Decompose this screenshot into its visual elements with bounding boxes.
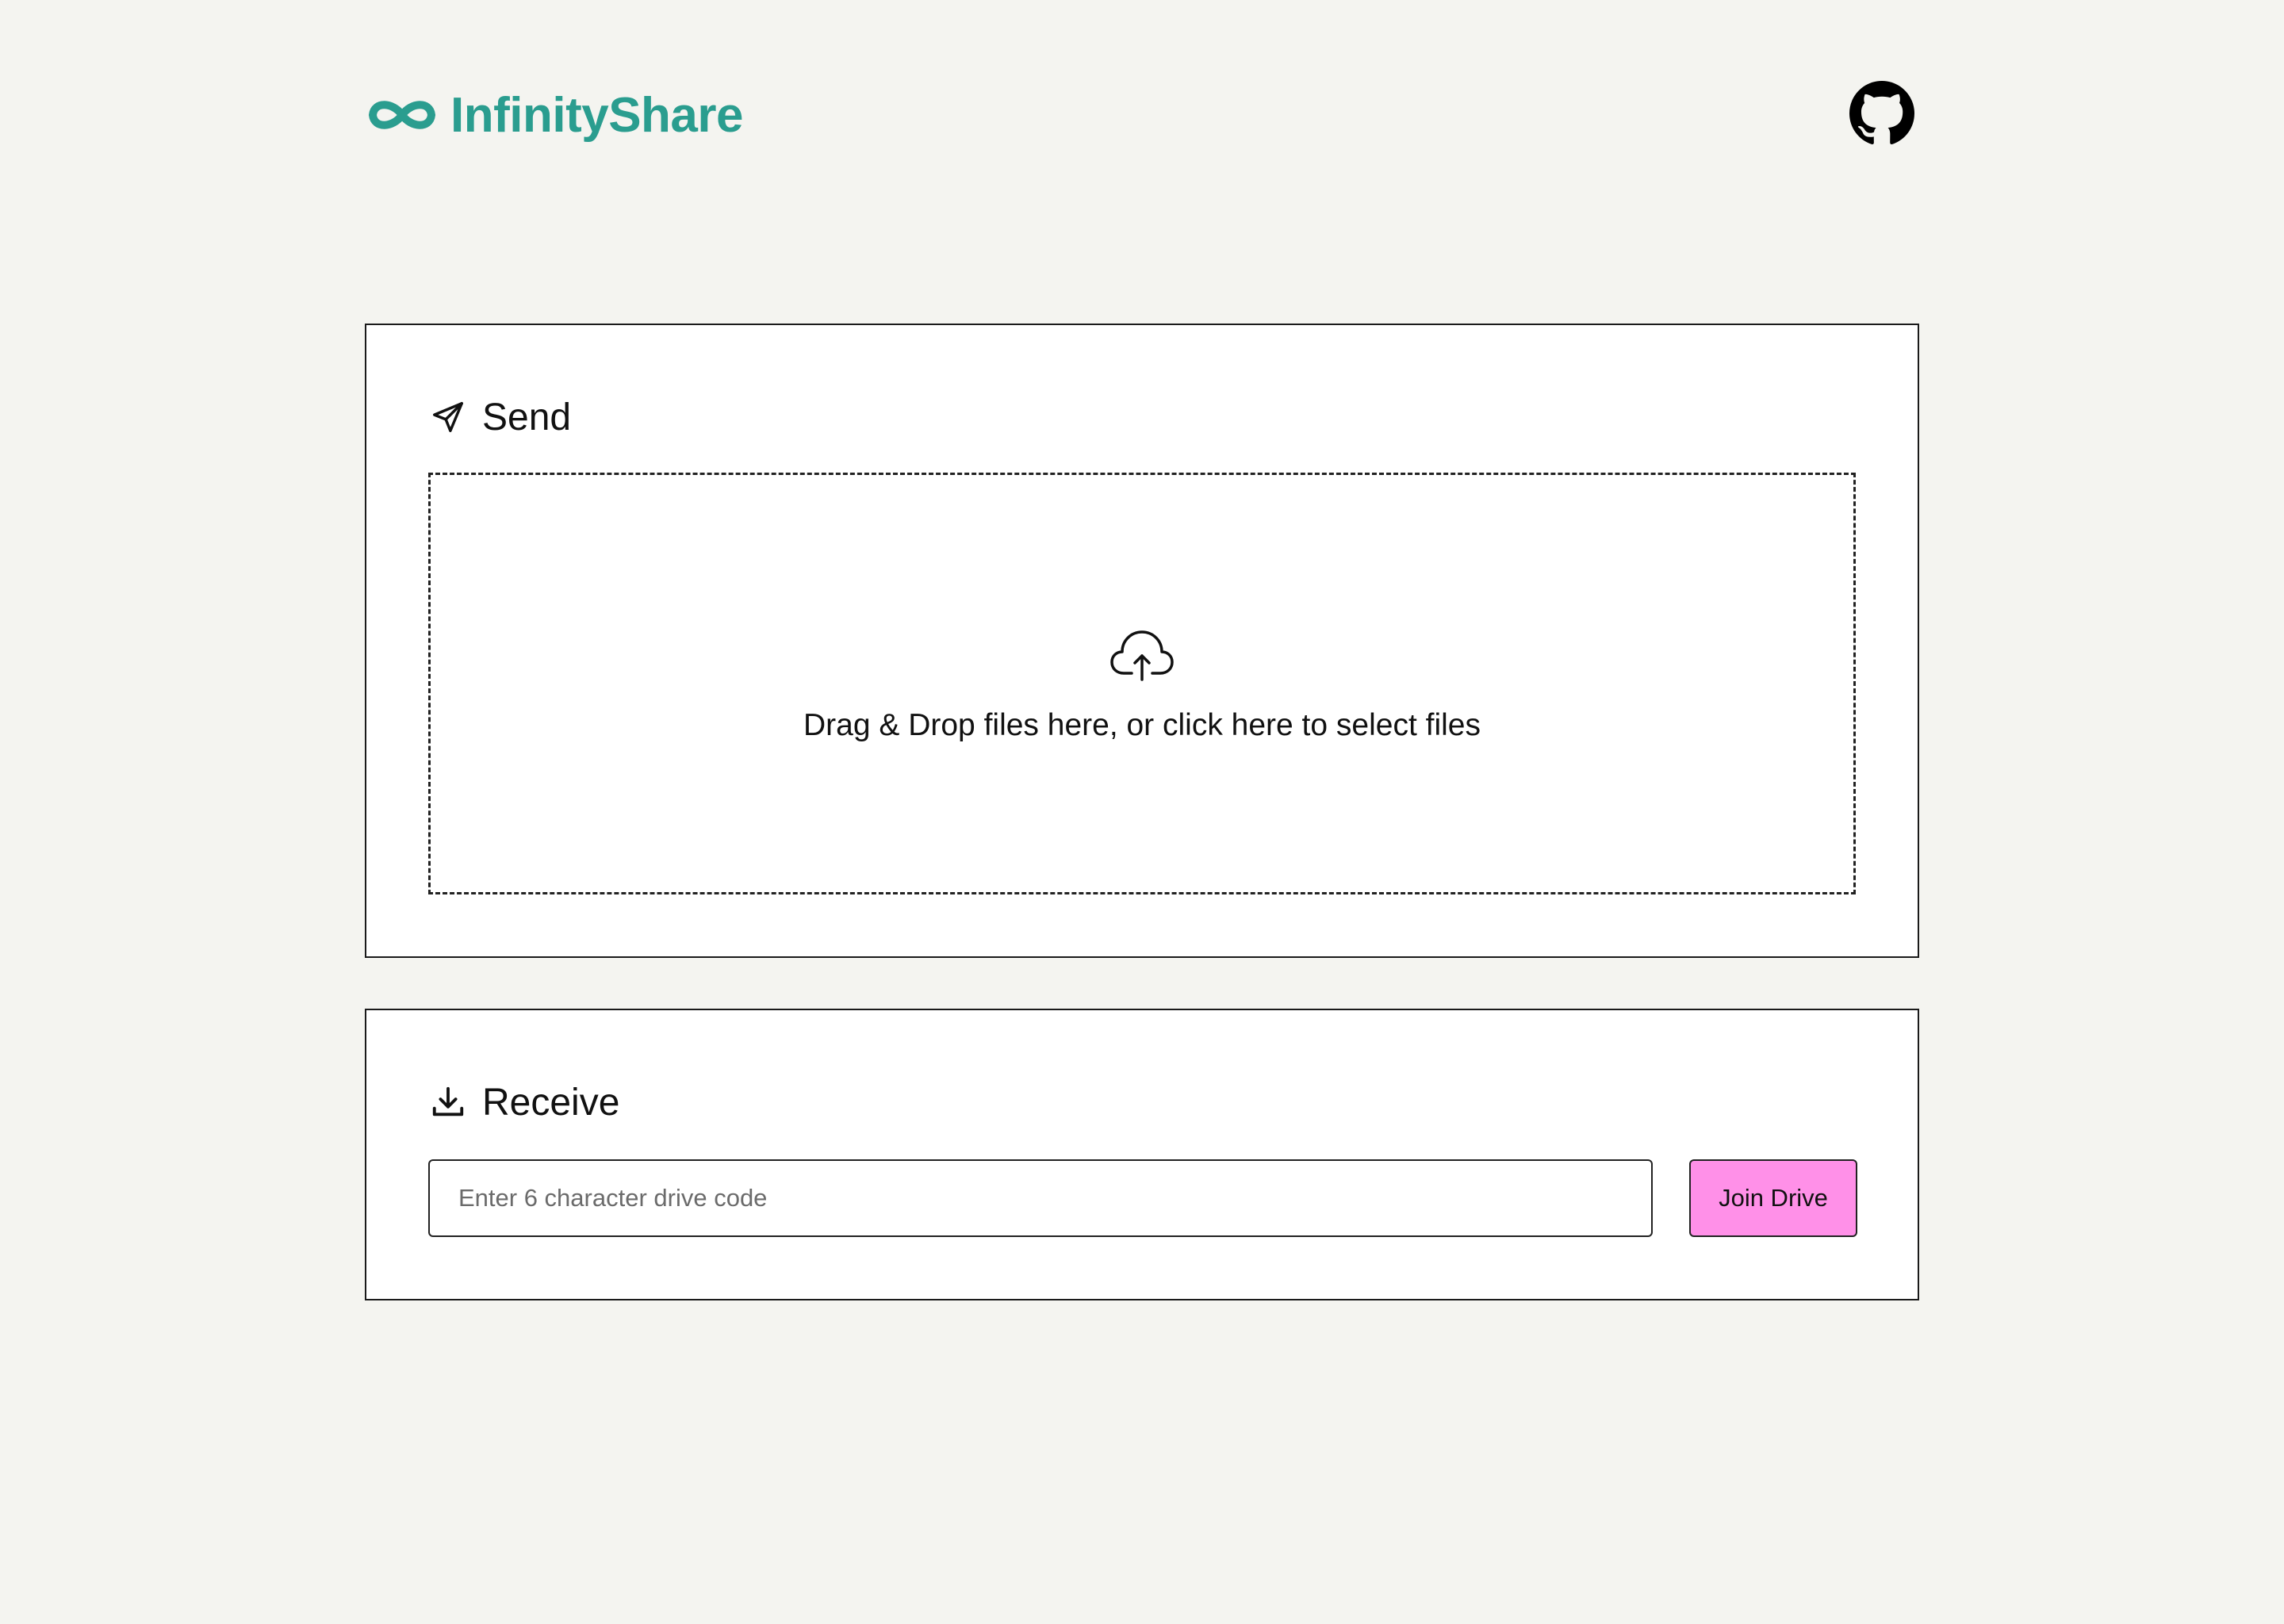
brand-name: InfinityShare [450, 87, 744, 143]
receive-card: Receive Join Drive [365, 1009, 1919, 1300]
send-card: Send Drag & Drop files here, or click he… [365, 324, 1919, 958]
dropzone-text: Drag & Drop files here, or click here to… [803, 708, 1481, 742]
cloud-upload-icon [1109, 627, 1175, 683]
download-icon [428, 1082, 468, 1122]
receive-title: Receive [482, 1081, 620, 1124]
send-heading: Send [428, 389, 571, 446]
header: InfinityShare [365, 78, 1919, 152]
send-title: Send [482, 396, 572, 439]
brand-logo[interactable]: InfinityShare [365, 78, 744, 152]
join-drive-button[interactable]: Join Drive [1689, 1159, 1857, 1237]
infinity-icon [365, 91, 439, 139]
drive-code-input[interactable] [428, 1159, 1653, 1237]
send-icon [428, 397, 468, 437]
receive-heading: Receive [428, 1074, 619, 1131]
github-icon[interactable] [1849, 81, 1914, 146]
file-dropzone[interactable]: Drag & Drop files here, or click here to… [428, 473, 1856, 894]
